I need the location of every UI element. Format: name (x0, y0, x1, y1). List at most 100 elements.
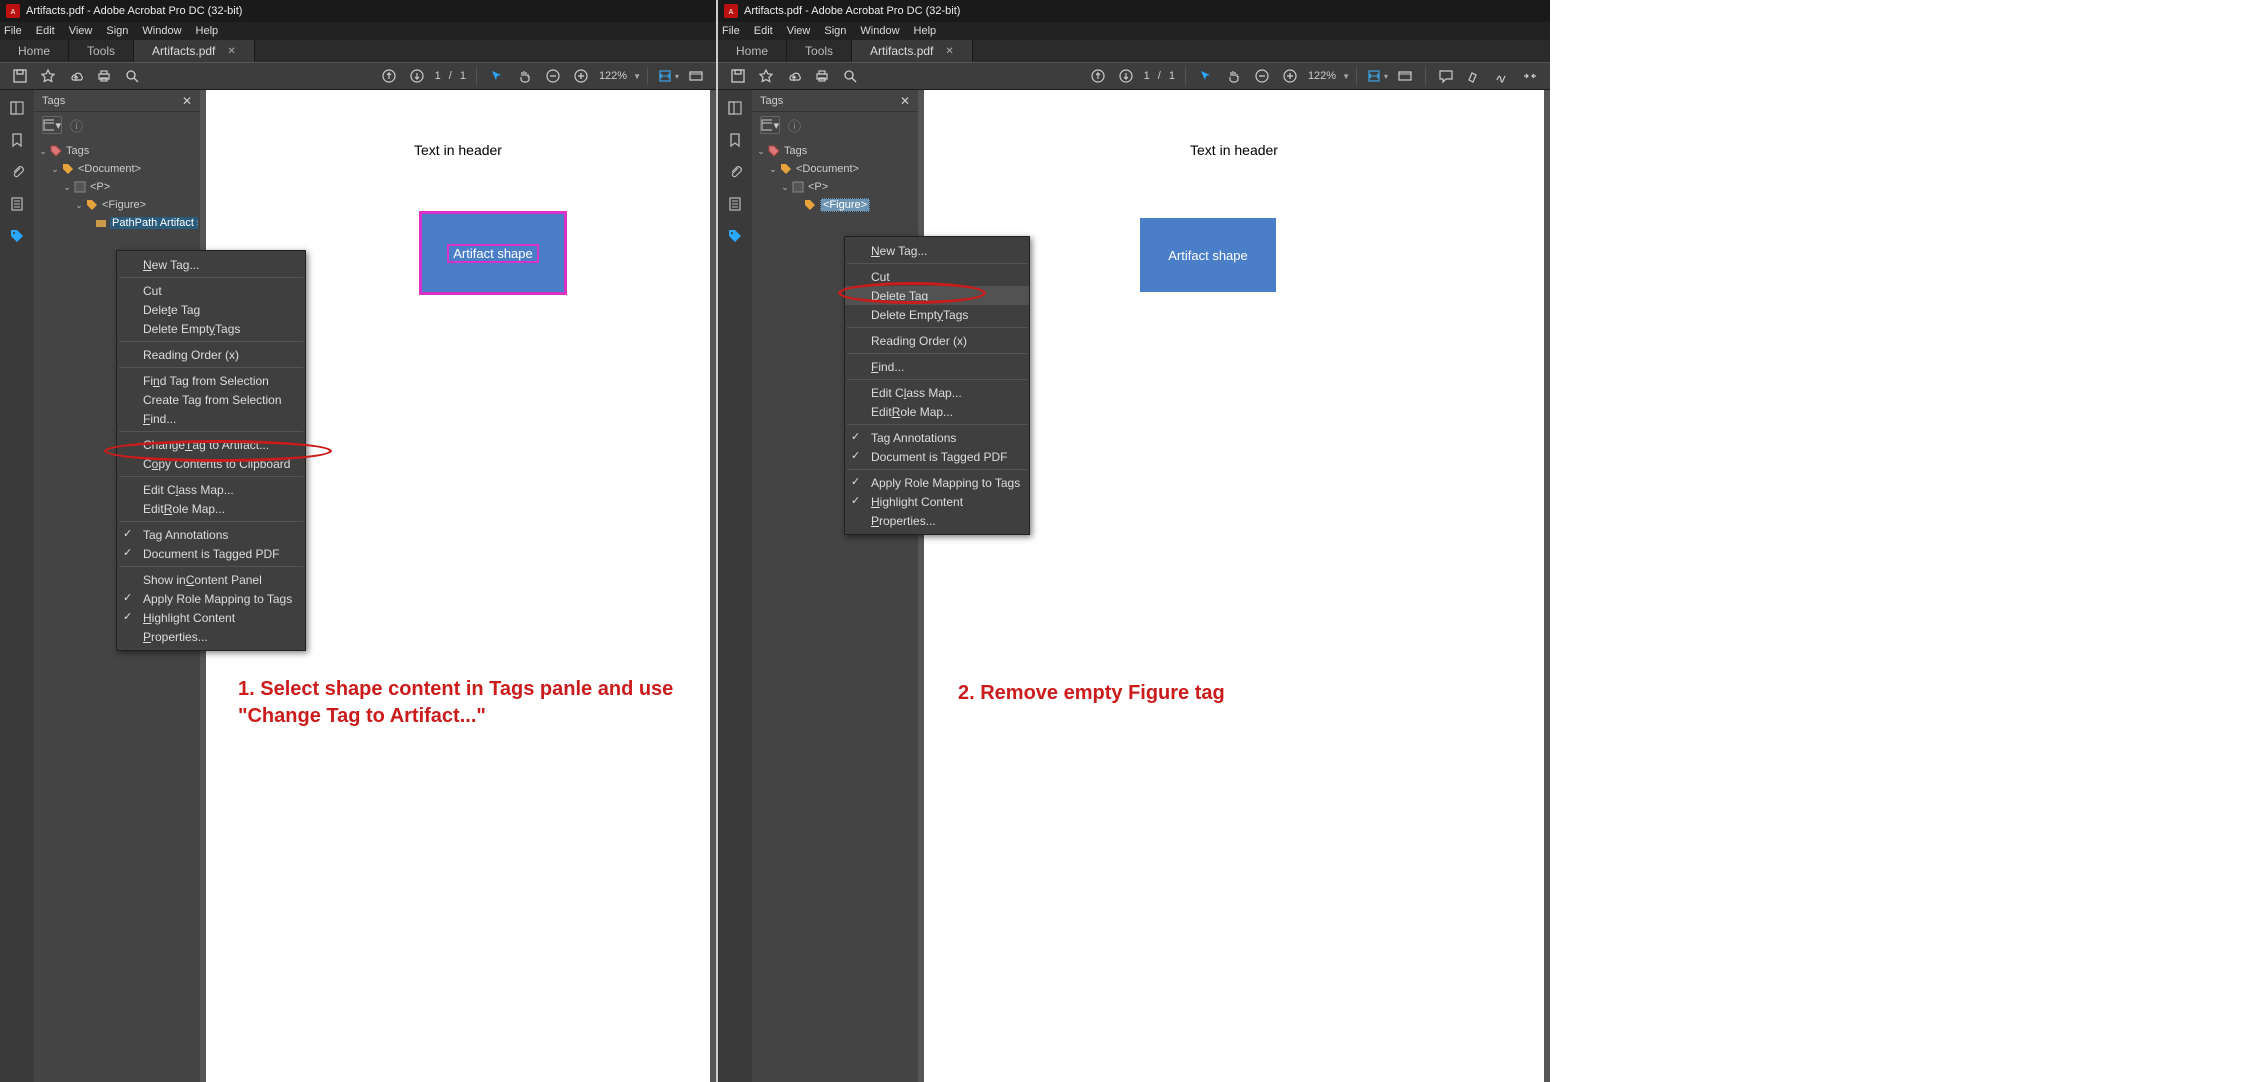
menu-item[interactable]: Properties... (845, 511, 1029, 530)
menu-edit[interactable]: Edit (36, 25, 55, 37)
menu-sign[interactable]: Sign (824, 25, 846, 37)
bookmark-icon[interactable] (725, 130, 745, 150)
tree-document[interactable]: ⌄ <Document> (36, 160, 198, 178)
panel-options-icon[interactable]: ▾ (42, 116, 62, 134)
menu-item[interactable]: New Tag... (117, 255, 305, 274)
page-down-icon[interactable] (406, 65, 428, 87)
read-mode-icon[interactable] (1394, 65, 1416, 87)
highlight-icon[interactable] (1463, 65, 1485, 87)
menu-item[interactable]: ✓Tag Annotations (117, 525, 305, 544)
attachment-icon[interactable] (725, 162, 745, 182)
tree-p[interactable]: ⌄ <P> (754, 178, 916, 196)
zoom-out-icon[interactable] (542, 65, 564, 87)
tags-icon[interactable] (7, 226, 27, 246)
menu-help[interactable]: Help (914, 25, 937, 37)
tree-figure[interactable]: <Figure> (754, 196, 916, 214)
menu-item[interactable]: ✓Tag Annotations (845, 428, 1029, 447)
tags-icon[interactable] (725, 226, 745, 246)
close-panel-icon[interactable]: ✕ (900, 94, 910, 108)
artifact-shape[interactable]: Artifact shape (422, 214, 564, 292)
menu-item[interactable]: ✓Document is Tagged PDF (845, 447, 1029, 466)
comment-icon[interactable] (1435, 65, 1457, 87)
menu-item[interactable]: Edit Class Map... (117, 480, 305, 499)
tree-root[interactable]: ⌄ Tags (754, 142, 916, 160)
menu-item[interactable]: Delete Tag (117, 300, 305, 319)
menu-item[interactable]: Change Tag to Artifact... (117, 435, 305, 454)
tab-tools[interactable]: Tools (69, 40, 134, 62)
cloud-icon[interactable] (65, 65, 87, 87)
menu-item[interactable]: Edit Role Map... (845, 402, 1029, 421)
select-tool-icon[interactable] (486, 65, 508, 87)
menu-item[interactable]: Cut (845, 267, 1029, 286)
menu-item[interactable]: Reading Order (x) (845, 331, 1029, 350)
menu-item[interactable]: Create Tag from Selection (117, 390, 305, 409)
menu-sign[interactable]: Sign (106, 25, 128, 37)
menu-bar[interactable]: File Edit View Sign Window Help (718, 22, 1550, 40)
search-icon[interactable] (839, 65, 861, 87)
layers-icon[interactable] (7, 194, 27, 214)
chevron-down-icon[interactable]: ▼ (1342, 72, 1350, 81)
menu-item[interactable]: Cut (117, 281, 305, 300)
info-icon[interactable]: ⓘ (788, 116, 801, 135)
zoom-value[interactable]: 122% (1308, 70, 1336, 82)
thumbnails-icon[interactable] (725, 98, 745, 118)
menu-item[interactable]: ✓Document is Tagged PDF (117, 544, 305, 563)
fit-width-icon[interactable]: ▾ (1366, 65, 1388, 87)
context-menu[interactable]: New Tag... CutDelete TagDelete Empty Tags… (116, 250, 306, 651)
close-icon[interactable]: ✕ (945, 46, 953, 57)
menu-item[interactable]: Find... (117, 409, 305, 428)
page-up-icon[interactable] (378, 65, 400, 87)
sign-icon[interactable] (1491, 65, 1513, 87)
menu-bar[interactable]: File Edit View Sign Window Help (0, 22, 716, 40)
page-down-icon[interactable] (1115, 65, 1137, 87)
search-icon[interactable] (121, 65, 143, 87)
print-icon[interactable] (811, 65, 833, 87)
tab-tools[interactable]: Tools (787, 40, 852, 62)
page-current[interactable]: 1 (435, 70, 441, 82)
zoom-out-icon[interactable] (1251, 65, 1273, 87)
menu-item[interactable]: Reading Order (x) (117, 345, 305, 364)
menu-item[interactable]: New Tag... (845, 241, 1029, 260)
menu-file[interactable]: File (722, 25, 740, 37)
tab-home[interactable]: Home (718, 40, 787, 62)
menu-item[interactable]: ✓Highlight Content (117, 608, 305, 627)
page-up-icon[interactable] (1087, 65, 1109, 87)
tree-p[interactable]: ⌄ <P> (36, 178, 198, 196)
tab-document[interactable]: Artifacts.pdf✕ (134, 40, 255, 62)
tree-figure[interactable]: ⌄ <Figure> (36, 196, 198, 214)
menu-item[interactable]: Delete Empty Tags (117, 319, 305, 338)
print-icon[interactable] (93, 65, 115, 87)
menu-item[interactable]: Show in Content Panel (117, 570, 305, 589)
menu-help[interactable]: Help (196, 25, 219, 37)
menu-item[interactable]: Find... (845, 357, 1029, 376)
save-icon[interactable] (727, 65, 749, 87)
menu-window[interactable]: Window (860, 25, 899, 37)
zoom-in-icon[interactable] (1279, 65, 1301, 87)
menu-item[interactable]: Properties... (117, 627, 305, 646)
context-menu[interactable]: New Tag...CutDelete TagDelete Empty Tags… (844, 236, 1030, 535)
close-panel-icon[interactable]: ✕ (182, 94, 192, 108)
menu-item[interactable]: Edit Class Map... (845, 383, 1029, 402)
menu-item[interactable]: ✓Apply Role Mapping to Tags (117, 589, 305, 608)
menu-file[interactable]: File (4, 25, 22, 37)
close-icon[interactable]: ✕ (227, 46, 235, 57)
menu-item[interactable]: ✓Apply Role Mapping to Tags (845, 473, 1029, 492)
tree-root[interactable]: ⌄ Tags (36, 142, 198, 160)
menu-window[interactable]: Window (142, 25, 181, 37)
fit-width-icon[interactable]: ▾ (657, 65, 679, 87)
tab-document[interactable]: Artifacts.pdf✕ (852, 40, 973, 62)
save-icon[interactable] (9, 65, 31, 87)
menu-item[interactable]: Delete Tag (845, 286, 1029, 305)
menu-edit[interactable]: Edit (754, 25, 773, 37)
select-tool-icon[interactable] (1195, 65, 1217, 87)
menu-item[interactable]: Edit Role Map... (117, 499, 305, 518)
menu-item[interactable]: Copy Contents to Clipboard (117, 454, 305, 473)
artifact-shape[interactable]: Artifact shape (1140, 218, 1276, 292)
menu-item[interactable]: Find Tag from Selection (117, 371, 305, 390)
star-icon[interactable] (755, 65, 777, 87)
info-icon[interactable]: ⓘ (70, 116, 83, 135)
read-mode-icon[interactable] (685, 65, 707, 87)
hand-tool-icon[interactable] (1223, 65, 1245, 87)
attachment-icon[interactable] (7, 162, 27, 182)
menu-item[interactable]: ✓Highlight Content (845, 492, 1029, 511)
